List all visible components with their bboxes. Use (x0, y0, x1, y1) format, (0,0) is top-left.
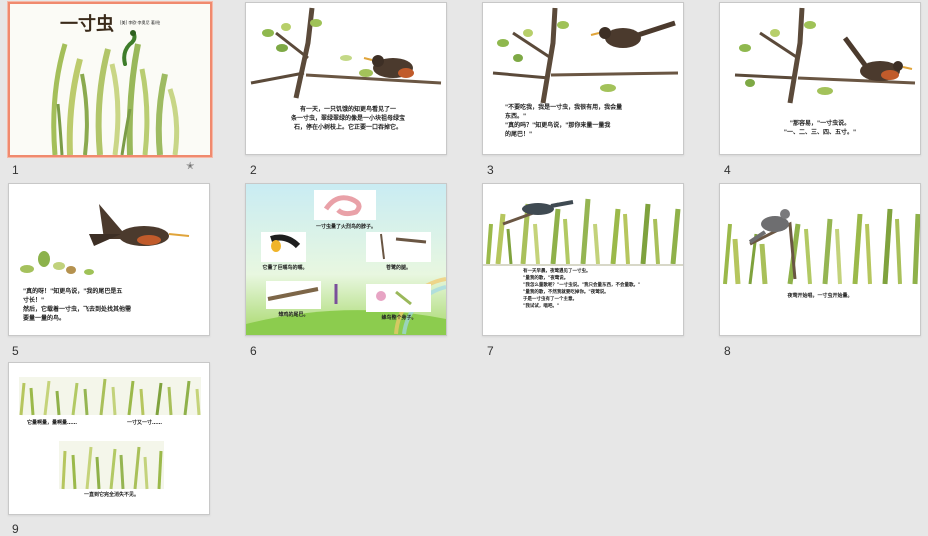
caption-left: 它量啊量，量啊量…… (27, 420, 78, 426)
slide-thumbnail[interactable]: 有一天，一只饥饿的知更鸟看见了一 条一寸虫，翠绿翠绿的像是一小块祖母绿宝 石，停… (245, 2, 447, 155)
slide-thumbnail[interactable]: "那容易，"一寸虫说。 "一、二、三、四、五寸。" (719, 2, 921, 155)
slide-thumbnail[interactable]: "不要吃我，我是一寸虫，我很有用，我会量 东西。" "真的吗？"知更鸟说，"那你… (482, 2, 684, 155)
slide-text: 有一天早晨，夜莺遇见了一寸虫。 "量我的歌，"夜莺说。 "我怎么量歌呢？"一寸虫… (523, 269, 641, 309)
caption-flamingo: 一寸虫量了火烈鸟的脖子。 (315, 224, 376, 230)
cover-title: 一寸虫 (60, 14, 114, 35)
slide-thumbnail[interactable]: 它量啊量，量啊量…… 一寸又一寸…… 一直到它完全消失不见。 (8, 362, 210, 515)
caption-bottom: 一直到它完全消失不见。 (83, 492, 139, 498)
slide-text: "那容易，"一寸虫说。 "一、二、三、四、五寸。" (783, 120, 857, 136)
slide-number: 5 (12, 344, 19, 358)
slide-sorter: { "slides": [ {"number": "1", "title": "… (0, 0, 928, 536)
cover-author: [美] 李欧·李奥尼 著/绘 (120, 20, 161, 25)
slide-text: "不要吃我，我是一寸虫，我很有用，我会量 东西。" "真的吗？"知更鸟说，"那你… (505, 104, 623, 138)
caption-pheasant: 雉鸡的尾巴。 (278, 312, 309, 318)
grass-bird-illustration (483, 198, 683, 266)
caption-hummingbird: 蜂鸟整个身子。 (381, 315, 417, 321)
transition-star-icon: ✭ (186, 161, 195, 172)
slide-number: 2 (250, 163, 257, 177)
slide-text: 夜莺开始唱，一寸虫开始量。 (787, 293, 853, 299)
slide-thumbnail[interactable]: 有一天早晨，夜莺遇见了一寸虫。 "量我的歌，"夜莺说。 "我怎么量歌呢？"一寸虫… (482, 183, 684, 336)
caption-toucan: 它量了巨嘴鸟的嘴。 (262, 265, 308, 271)
slide-thumbnail[interactable]: 一寸虫 [美] 李欧·李奥尼 著/绘 (8, 2, 212, 157)
slide-text: 有一天，一只饥饿的知更鸟看见了一 条一寸虫，翠绿翠绿的像是一小块祖母绿宝 石，停… (290, 106, 405, 131)
slide-number: 4 (724, 163, 731, 177)
slide-thumbnail[interactable]: 一寸虫量了火烈鸟的脖子。 它量了巨嘴鸟的嘴。 苍鹭的腿。 雉鸡的尾巴。 蜂鸟整个… (245, 183, 447, 336)
slide-number: 1 (12, 163, 19, 177)
caption-right: 一寸又一寸…… (127, 420, 163, 426)
slide-text: "真的呀！"知更鸟说，"我的尾巴是五 寸长！" 然后，它载着一寸虫，飞去到处找其… (23, 288, 132, 322)
caption-heron: 苍鹭的腿。 (385, 265, 411, 271)
slide-number: 3 (487, 163, 494, 177)
slide-number: 9 (12, 522, 19, 536)
slide-number: 8 (724, 344, 731, 358)
slide-thumbnail[interactable]: "真的呀！"知更鸟说，"我的尾巴是五 寸长！" 然后，它载着一寸虫，飞去到处找其… (8, 183, 210, 336)
slide-number: 7 (487, 344, 494, 358)
slide-number: 6 (250, 344, 257, 358)
slide-thumbnail[interactable]: 夜莺开始唱，一寸虫开始量。 (719, 183, 921, 336)
grass-bird-illustration (723, 208, 920, 285)
